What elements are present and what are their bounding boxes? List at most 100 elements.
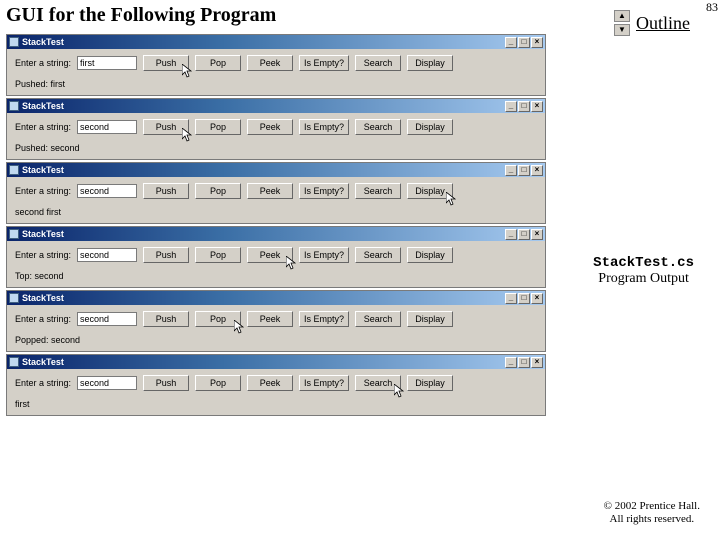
search-button[interactable]: Search <box>355 119 401 135</box>
page-number: 83 <box>706 0 718 15</box>
isempty-button[interactable]: Is Empty? <box>299 183 349 199</box>
outline-box: ▲ ▼ Outline <box>614 10 690 36</box>
titlebar[interactable]: StackTest_□× <box>7 355 545 369</box>
pop-button[interactable]: Pop <box>195 119 241 135</box>
peek-button[interactable]: Peek <box>247 119 293 135</box>
panel: Enter a string: second Push Pop Peek Is Empty… <box>7 305 545 351</box>
cursor-icon <box>234 320 244 334</box>
push-button[interactable]: Push <box>143 55 189 71</box>
string-input[interactable]: first <box>77 56 137 70</box>
window-title: StackTest <box>22 357 505 367</box>
peek-button[interactable]: Peek <box>247 55 293 71</box>
pop-button[interactable]: Pop <box>195 311 241 327</box>
isempty-button[interactable]: Is Empty? <box>299 311 349 327</box>
peek-button[interactable]: Peek <box>247 183 293 199</box>
push-button[interactable]: Push <box>143 183 189 199</box>
string-input[interactable]: second <box>77 248 137 262</box>
pop-button[interactable]: Pop <box>195 55 241 71</box>
window-title: StackTest <box>22 101 505 111</box>
input-label: Enter a string: <box>15 186 71 196</box>
search-button[interactable]: Search <box>355 183 401 199</box>
isempty-button[interactable]: Is Empty? <box>299 55 349 71</box>
display-button[interactable]: Display <box>407 183 453 199</box>
cursor-icon <box>286 256 296 270</box>
minimize-button[interactable]: _ <box>505 165 517 176</box>
titlebar[interactable]: StackTest_□× <box>7 163 545 177</box>
maximize-button[interactable]: □ <box>518 229 530 240</box>
cursor-icon <box>446 192 456 206</box>
app-icon <box>9 293 19 303</box>
push-button[interactable]: Push <box>143 119 189 135</box>
titlebar[interactable]: StackTest_□× <box>7 35 545 49</box>
maximize-button[interactable]: □ <box>518 101 530 112</box>
string-input[interactable]: second <box>77 184 137 198</box>
status-text: Popped: second <box>15 335 537 347</box>
maximize-button[interactable]: □ <box>518 37 530 48</box>
search-button[interactable]: Search <box>355 247 401 263</box>
app-window: StackTest_□× Enter a string: second Push Pop… <box>6 162 546 224</box>
close-button[interactable]: × <box>531 101 543 112</box>
minimize-button[interactable]: _ <box>505 229 517 240</box>
input-label: Enter a string: <box>15 314 71 324</box>
titlebar[interactable]: StackTest_□× <box>7 291 545 305</box>
push-button[interactable]: Push <box>143 375 189 391</box>
outline-up-button[interactable]: ▲ <box>614 10 630 22</box>
minimize-button[interactable]: _ <box>505 357 517 368</box>
isempty-button[interactable]: Is Empty? <box>299 119 349 135</box>
maximize-button[interactable]: □ <box>518 357 530 368</box>
peek-button[interactable]: Peek <box>247 375 293 391</box>
input-label: Enter a string: <box>15 58 71 68</box>
display-button[interactable]: Display <box>407 55 453 71</box>
minimize-button[interactable]: _ <box>505 293 517 304</box>
pop-button[interactable]: Pop <box>195 183 241 199</box>
close-button[interactable]: × <box>531 293 543 304</box>
titlebar[interactable]: StackTest_□× <box>7 99 545 113</box>
pop-button[interactable]: Pop <box>195 375 241 391</box>
pop-button[interactable]: Pop <box>195 247 241 263</box>
maximize-button[interactable]: □ <box>518 165 530 176</box>
maximize-button[interactable]: □ <box>518 293 530 304</box>
app-window: StackTest_□× Enter a string: second Push Pop… <box>6 354 546 416</box>
display-button[interactable]: Display <box>407 119 453 135</box>
panel: Enter a string: second Push Pop Peek Is Empty… <box>7 177 545 223</box>
panel: Enter a string:secondPushPopPeekIs Empty… <box>7 113 545 159</box>
cursor-icon <box>394 384 404 398</box>
close-button[interactable]: × <box>531 357 543 368</box>
app-icon <box>9 101 19 111</box>
isempty-button[interactable]: Is Empty? <box>299 375 349 391</box>
cursor-icon <box>182 128 192 142</box>
search-button[interactable]: Search <box>355 375 401 391</box>
windows-container: StackTest_□×Enter a string:firstPushPopP… <box>6 34 546 418</box>
peek-button[interactable]: Peek <box>247 247 293 263</box>
status-text: Pushed: second <box>15 143 537 155</box>
display-button[interactable]: Display <box>407 247 453 263</box>
titlebar[interactable]: StackTest_□× <box>7 227 545 241</box>
status-text: second first <box>15 207 537 219</box>
isempty-button[interactable]: Is Empty? <box>299 247 349 263</box>
outline-label[interactable]: Outline <box>636 13 690 34</box>
push-button[interactable]: Push <box>143 311 189 327</box>
close-button[interactable]: × <box>531 37 543 48</box>
slide-title: GUI for the Following Program <box>6 4 276 27</box>
string-input[interactable]: second <box>77 120 137 134</box>
display-button[interactable]: Display <box>407 311 453 327</box>
minimize-button[interactable]: _ <box>505 37 517 48</box>
search-button[interactable]: Search <box>355 55 401 71</box>
search-button[interactable]: Search <box>355 311 401 327</box>
close-button[interactable]: × <box>531 165 543 176</box>
push-button[interactable]: Push <box>143 247 189 263</box>
string-input[interactable]: second <box>77 312 137 326</box>
cursor-icon <box>182 64 192 78</box>
outline-down-button[interactable]: ▼ <box>614 24 630 36</box>
input-label: Enter a string: <box>15 378 71 388</box>
copyright: © 2002 Prentice Hall. All rights reserve… <box>604 500 700 526</box>
display-button[interactable]: Display <box>407 375 453 391</box>
window-title: StackTest <box>22 165 505 175</box>
string-input[interactable]: second <box>77 376 137 390</box>
app-window: StackTest_□×Enter a string:secondPushPop… <box>6 98 546 160</box>
minimize-button[interactable]: _ <box>505 101 517 112</box>
window-title: StackTest <box>22 229 505 239</box>
close-button[interactable]: × <box>531 229 543 240</box>
panel: Enter a string:secondPushPopPeekIs Empty… <box>7 241 545 287</box>
peek-button[interactable]: Peek <box>247 311 293 327</box>
